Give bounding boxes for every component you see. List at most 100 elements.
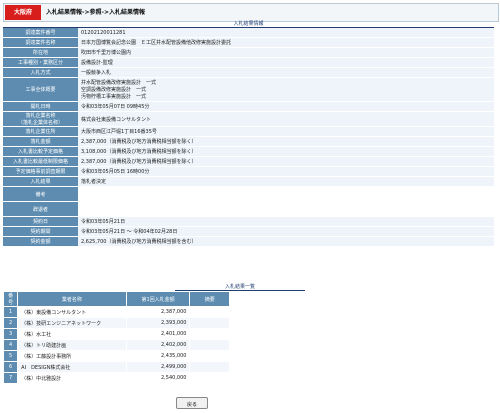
detail-row: 入札結果 落札者決定 [3, 177, 494, 186]
bid-amount: 2,393,000 [126, 318, 190, 328]
bid-note [190, 373, 229, 383]
table-row: 6 AI DESIGN株式会社 2,499,000 [4, 362, 229, 372]
row-number: 1 [4, 307, 18, 317]
bidder-name: （株）中北雅設計 [18, 373, 126, 383]
detail-value: 井水配管設備改修実施設計 一式 空調設備改修実施設計 一式 汚物貯槽工事実施設計… [78, 78, 494, 101]
row-number: 7 [4, 373, 18, 383]
detail-label: 落札企業住所 [3, 127, 78, 136]
detail-label: 落札企業名称 （落札企業体名称） [3, 112, 78, 126]
table-row: 7 （株）中北雅設計 2,540,000 [4, 373, 229, 383]
detail-row: 工事全体概要 井水配管設備改修実施設計 一式 空調設備改修実施設計 一式 汚物貯槽… [3, 78, 494, 101]
breadcrumb: 入札結果情報->参照->入札結果情報 [46, 9, 146, 16]
row-number: 2 [4, 318, 18, 328]
bid-note [190, 329, 229, 339]
detail-value: 株式会社東設備コンサルタント [78, 112, 494, 126]
results-title: 入札結果一覧 [175, 283, 305, 291]
col-name-header: 業者名称 [18, 292, 126, 306]
bid-amount: 2,540,000 [126, 373, 190, 383]
bid-note [190, 340, 229, 350]
table-row: 1 （株）東設備コンサルタント 2,387,000 [4, 307, 229, 317]
results-table: 番号 業者名称 第1回入札金額 摘要 1 （株）東設備コンサルタント 2,387,0… [3, 291, 230, 384]
bid-note [190, 362, 229, 372]
bid-amount: 2,435,000 [126, 351, 190, 361]
detail-label: 契約期間 [3, 227, 78, 236]
results-header-row: 番号 業者名称 第1回入札金額 摘要 [4, 292, 229, 306]
detail-row: 予定価格事前調査期限 令和03年05月05日 16時00分 [3, 167, 494, 176]
detail-row: 契約金額 2,625,700（消費税及び地方消費税相当額を含む） [3, 237, 494, 246]
detail-value: 3,108,000（消費税及び地方消費税相当額を除く） [78, 147, 494, 156]
detail-value: 令和03年05月21日 [78, 217, 494, 226]
detail-label: 落札金額 [3, 137, 78, 146]
bid-note [190, 307, 229, 317]
org-badge: 大阪府 [5, 5, 41, 20]
bid-amount: 2,402,000 [126, 340, 190, 350]
bidder-name: （株）トリ助建計画 [18, 340, 126, 350]
detail-label: 契約金額 [3, 237, 78, 246]
detail-row: 契約期間 令和03年05月21日 ～ 令和04年02月28日 [3, 227, 494, 236]
detail-label: 調達案件名称 [3, 38, 78, 47]
bidder-name: （株）水工社 [18, 329, 126, 339]
detail-row: 落札金額 2,387,000（消費税及び地方消費税相当額を除く） [3, 137, 494, 146]
bid-amount: 2,401,000 [126, 329, 190, 339]
detail-table: 調達案件番号 01202120011281 調達案件名称 日本万国博覧会記念公園 Ｅ工… [3, 27, 494, 247]
detail-value: 令和03年05月05日 16時00分 [78, 167, 494, 176]
detail-row: 辞退者 [3, 202, 494, 216]
detail-label: 所在地 [3, 48, 78, 57]
detail-label: 調達案件番号 [3, 28, 78, 37]
back-button[interactable]: 戻る [176, 397, 208, 409]
detail-row: 備考 [3, 187, 494, 201]
detail-row: 工事種別・業務区分 設備設計-監理 [3, 58, 494, 67]
bidder-name: （株）工藤設計事務所 [18, 351, 126, 361]
detail-value: 令和03年05月07日 09時45分 [78, 102, 494, 111]
detail-row: 所在地 吹田市千里万博公園内 [3, 48, 494, 57]
row-number: 4 [4, 340, 18, 350]
bidder-name: （株）東設備コンサルタント [18, 307, 126, 317]
detail-value: 01202120011281 [78, 28, 494, 37]
detail-value: 大阪市西区江戸堀1丁目16番35号 [78, 127, 494, 136]
detail-row: 入札書比較最低制限価格 2,387,000（消費税及び地方消費税相当額を除く） [3, 157, 494, 166]
detail-label: 工事全体概要 [3, 78, 78, 101]
detail-value: 2,387,000（消費税及び地方消費税相当額を除く） [78, 137, 494, 146]
detail-label: 予定価格事前調査期限 [3, 167, 78, 176]
detail-label: 入札書比較予定価格 [3, 147, 78, 156]
detail-label: 工事種別・業務区分 [3, 58, 78, 67]
bid-note [190, 351, 229, 361]
detail-label: 入札書比較最低制限価格 [3, 157, 78, 166]
bid-amount: 2,499,000 [126, 362, 190, 372]
detail-value: 落札者決定 [78, 177, 494, 186]
detail-row: 調達案件番号 01202120011281 [3, 28, 494, 37]
row-number: 5 [4, 351, 18, 361]
detail-row: 入札書比較予定価格 3,108,000（消費税及び地方消費税相当額を除く） [3, 147, 494, 156]
row-number: 6 [4, 362, 18, 372]
detail-value [78, 187, 494, 201]
detail-label: 入札結果 [3, 177, 78, 186]
detail-label: 入札方式 [3, 68, 78, 77]
table-row: 5 （株）工藤設計事務所 2,435,000 [4, 351, 229, 361]
col-no-header: 番号 [4, 292, 18, 306]
col-note-header: 摘要 [190, 292, 229, 306]
detail-label: 辞退者 [3, 202, 78, 216]
bidder-name: AI DESIGN株式会社 [18, 362, 126, 372]
table-row: 2 （株）技研エンジニアネットワーク 2,393,000 [4, 318, 229, 328]
detail-value: 一般競争入札 [78, 68, 494, 77]
detail-value: 日本万国博覧会記念公園 Ｅ工区井水配管設備他改修実施設計委託 [78, 38, 494, 47]
bidder-name: （株）技研エンジニアネットワーク [18, 318, 126, 328]
detail-value: 2,625,700（消費税及び地方消費税相当額を含む） [78, 237, 494, 246]
detail-row: 調達案件名称 日本万国博覧会記念公園 Ｅ工区井水配管設備他改修実施設計委託 [3, 38, 494, 47]
table-row: 3 （株）水工社 2,401,000 [4, 329, 229, 339]
detail-label: 備考 [3, 187, 78, 201]
detail-row: 契約日 令和03年05月21日 [3, 217, 494, 226]
detail-value: 吹田市千里万博公園内 [78, 48, 494, 57]
detail-row: 落札企業住所 大阪市西区江戸堀1丁目16番35号 [3, 127, 494, 136]
detail-value: 設備設計-監理 [78, 58, 494, 67]
row-number: 3 [4, 329, 18, 339]
bid-amount: 2,387,000 [126, 307, 190, 317]
table-row: 4 （株）トリ助建計画 2,402,000 [4, 340, 229, 350]
detail-row: 落札企業名称 （落札企業体名称） 株式会社東設備コンサルタント [3, 112, 494, 126]
detail-label: 契約日 [3, 217, 78, 226]
detail-value: 2,387,000（消費税及び地方消費税相当額を除く） [78, 157, 494, 166]
detail-row: 入札方式 一般競争入札 [3, 68, 494, 77]
bid-note [190, 318, 229, 328]
detail-value [78, 202, 494, 216]
detail-row: 開札日時 令和03年05月07日 09時45分 [3, 102, 494, 111]
